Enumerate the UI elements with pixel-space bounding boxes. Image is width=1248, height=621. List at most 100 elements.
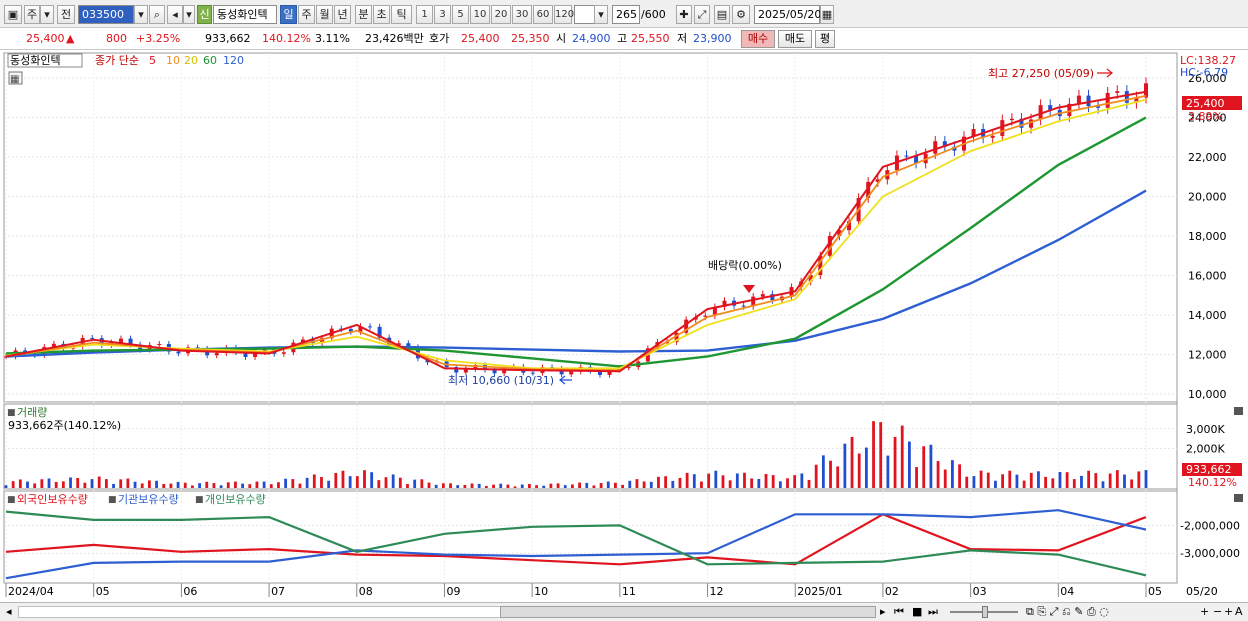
period-week-tab[interactable]: 주 xyxy=(298,5,315,24)
volume-bar xyxy=(642,481,646,488)
period-tick-tab[interactable]: 틱 xyxy=(391,5,412,24)
chart-canvas[interactable]: 10,000 12,000 14,000 16,000 18,000 20,000 22,0… xyxy=(0,51,1248,603)
zoom-slider-handle[interactable] xyxy=(982,606,988,618)
auto-scale-icon[interactable]: A xyxy=(1235,605,1243,618)
period-minute-tab[interactable]: 분 xyxy=(355,5,372,24)
code-dropdown-icon[interactable]: ▾ xyxy=(134,5,148,24)
volume-bar xyxy=(305,477,309,488)
volume-bar xyxy=(685,472,689,488)
ma10-legend: 10 xyxy=(166,54,180,67)
interval-dropdown-icon[interactable]: ▾ xyxy=(594,5,608,24)
low-price: 23,900 xyxy=(693,32,732,45)
volume-bar xyxy=(377,480,381,488)
save-icon[interactable]: ▤ xyxy=(714,5,730,24)
volume-bar xyxy=(269,484,273,488)
tool-icons[interactable]: ⧉ ⎘ ⤢ ⎌ ✎ ⎙ ◌ xyxy=(1026,605,1109,619)
volume-bar xyxy=(277,482,280,488)
sell-button[interactable]: 매도 xyxy=(778,30,812,48)
n-button-10[interactable]: 10 xyxy=(470,5,490,24)
candle-body xyxy=(1009,118,1014,121)
scroll-last-icon[interactable]: ⏭ xyxy=(928,605,938,619)
volume-bar xyxy=(857,453,861,488)
chart-scrollbar[interactable]: ◂ ▸ ⏮ ■ ⏭ ⧉ ⎘ ⤢ ⎌ ✎ ⎙ ◌ + − + A xyxy=(0,602,1248,621)
scroll-thumb[interactable] xyxy=(500,606,876,618)
scroll-right-icon[interactable]: ▸ xyxy=(880,605,886,618)
individual-legend: 개인보유수량 xyxy=(205,493,266,506)
scroll-left-icon[interactable]: ◂ xyxy=(6,605,12,618)
volume-bar xyxy=(298,483,302,488)
n-button-3[interactable]: 3 xyxy=(434,5,451,24)
volume-bar xyxy=(821,455,825,488)
evaluate-button[interactable]: 평 xyxy=(815,30,835,48)
n-button-20[interactable]: 20 xyxy=(491,5,511,24)
period-year-tab[interactable]: 년 xyxy=(334,5,351,24)
shin-badge[interactable]: 신 xyxy=(197,5,212,24)
type-selector[interactable]: 주 xyxy=(24,5,40,24)
last-volume-tag-value: 933,662 xyxy=(1186,463,1232,476)
zoom-out-icon[interactable]: − xyxy=(1213,605,1222,618)
volume-bar xyxy=(814,464,818,488)
period-second-tab[interactable]: 초 xyxy=(373,5,390,24)
type-dropdown-icon[interactable]: ▾ xyxy=(40,5,54,24)
volume-bar xyxy=(649,481,653,488)
reset-icon[interactable]: + xyxy=(1224,605,1233,618)
buy-button[interactable]: 매수 xyxy=(741,30,775,48)
volume-bar xyxy=(334,472,338,488)
volume-bar xyxy=(205,481,209,488)
n-button-120[interactable]: 120 xyxy=(554,5,574,24)
volume-bar xyxy=(484,485,488,488)
window-menu-icon[interactable]: ▣ xyxy=(4,5,22,24)
ma-legend-label: 종가 단순 xyxy=(95,54,139,67)
volume-bar xyxy=(169,483,173,488)
price-y-tick: 16,000 xyxy=(1188,270,1227,283)
volume-panel-close-icon[interactable] xyxy=(1234,407,1243,415)
n-button-60[interactable]: 60 xyxy=(533,5,553,24)
price-y-tick: 20,000 xyxy=(1188,191,1227,204)
stock-code-input[interactable]: 033500 xyxy=(78,5,134,24)
current-price: 25,400 xyxy=(26,32,65,45)
stop-icon[interactable]: ■ xyxy=(912,605,922,618)
trend-icon[interactable]: ⤢ xyxy=(694,5,710,24)
candle-body xyxy=(214,353,219,356)
calendar-icon[interactable]: ▦ xyxy=(820,5,834,24)
volume-bar xyxy=(599,483,603,488)
volume-bar xyxy=(714,470,718,488)
scroll-first-icon[interactable]: ⏮ xyxy=(894,605,904,619)
date-input[interactable]: 2025/05/20 xyxy=(754,5,821,24)
stock-chart[interactable]: 10,000 12,000 14,000 16,000 18,000 20,000 22,0… xyxy=(0,51,1248,603)
volume-bar xyxy=(1029,472,1033,488)
speaker-dropdown-icon[interactable]: ▾ xyxy=(183,5,195,24)
volume-bar xyxy=(872,421,875,488)
candle-body xyxy=(626,367,631,369)
volume-bar xyxy=(26,481,29,488)
volume-bar xyxy=(1022,480,1026,488)
volume-bar xyxy=(614,482,617,488)
holders-panel-close-icon[interactable] xyxy=(1234,494,1243,502)
period-month-tab[interactable]: 월 xyxy=(316,5,333,24)
count-input[interactable]: 265 xyxy=(612,5,640,24)
x-tick-label: 06 xyxy=(183,585,197,598)
volume-bar xyxy=(384,477,388,488)
volume-bar xyxy=(1137,471,1141,488)
search-icon[interactable]: ⌕ xyxy=(149,5,165,24)
volume-bar xyxy=(83,482,87,488)
volume-bar xyxy=(922,446,926,488)
n-button-5[interactable]: 5 xyxy=(452,5,469,24)
prev-button[interactable]: 전 xyxy=(57,5,75,24)
volume-bar xyxy=(18,479,22,488)
volume-bar xyxy=(291,479,295,488)
volume-panel-bullet-icon: ■ xyxy=(7,408,16,418)
n-button-1[interactable]: 1 xyxy=(416,5,433,24)
n-button-30[interactable]: 30 xyxy=(512,5,532,24)
candle-body xyxy=(1105,92,1110,108)
zoom-in-icon[interactable]: + xyxy=(1200,605,1209,618)
speaker-icon[interactable]: ◂ xyxy=(167,5,183,24)
period-day-tab[interactable]: 일 xyxy=(280,5,297,24)
volume-bar xyxy=(198,483,201,488)
volume-bar xyxy=(1072,479,1076,488)
volume-bar xyxy=(578,482,581,488)
volume-bar xyxy=(771,475,775,488)
chart-style-icon[interactable]: ✚ xyxy=(676,5,692,24)
volume-bar xyxy=(212,483,216,488)
gear-icon[interactable]: ⚙ xyxy=(732,5,750,24)
